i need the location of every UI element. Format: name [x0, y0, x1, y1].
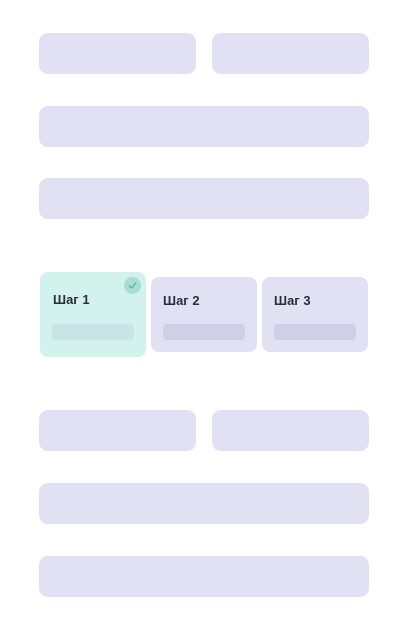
step-placeholder-bar [52, 324, 134, 340]
step-form-page: Шаг 1 Шаг 2 Шаг 3 [0, 0, 407, 635]
field-placeholder-top-left[interactable] [39, 33, 196, 74]
check-icon-glyph [128, 282, 137, 289]
field-placeholder-bottom-left[interactable] [39, 410, 196, 451]
step-placeholder-bar [163, 324, 245, 340]
step-card-3[interactable]: Шаг 3 [262, 277, 368, 352]
step-card-1[interactable]: Шаг 1 [40, 272, 146, 357]
step-label: Шаг 2 [163, 293, 200, 308]
step-label: Шаг 1 [53, 292, 90, 307]
check-icon [124, 277, 141, 294]
step-label: Шаг 3 [274, 293, 311, 308]
field-placeholder-top-right[interactable] [212, 33, 369, 74]
field-placeholder-top-wide-2[interactable] [39, 178, 369, 219]
field-placeholder-bottom-right[interactable] [212, 410, 369, 451]
step-card-2[interactable]: Шаг 2 [151, 277, 257, 352]
field-placeholder-top-wide-1[interactable] [39, 106, 369, 147]
field-placeholder-bottom-wide-1[interactable] [39, 483, 369, 524]
field-placeholder-bottom-wide-2[interactable] [39, 556, 369, 597]
step-placeholder-bar [274, 324, 356, 340]
